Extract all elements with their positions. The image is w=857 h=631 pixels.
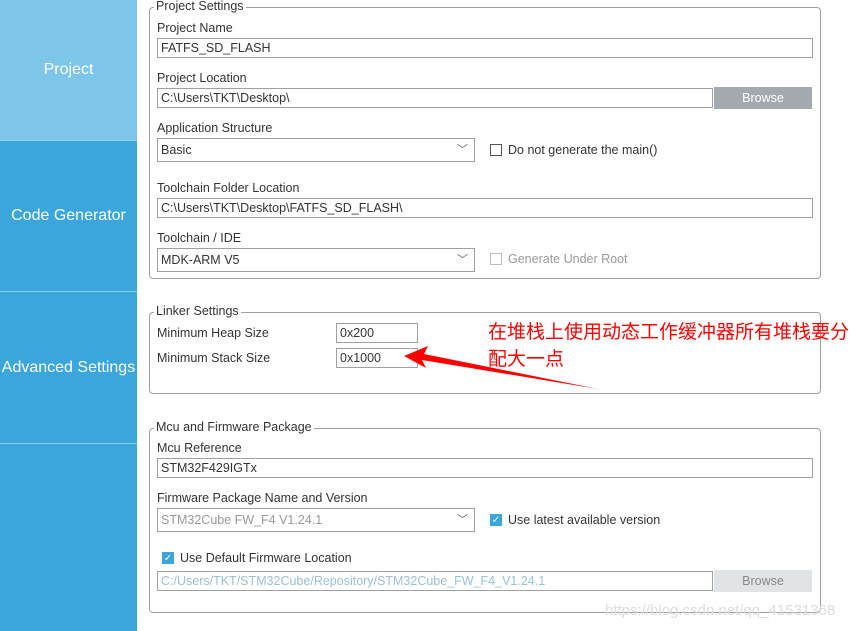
firmware-package-select[interactable]: STM32Cube FW_F4 V1.24.1 ﹀: [157, 508, 475, 532]
firmware-package-label: Firmware Package Name and Version: [157, 491, 368, 505]
mcu-reference-input[interactable]: STM32F429IGTx: [157, 458, 813, 478]
mcu-reference-label: Mcu Reference: [157, 441, 242, 455]
group-legend: Mcu and Firmware Package: [154, 420, 314, 434]
select-value: STM32Cube FW_F4 V1.24.1: [161, 513, 323, 527]
checkmark-icon: ✓: [490, 514, 502, 526]
checkmark-icon: ✓: [162, 552, 174, 564]
checkbox-label: Use Default Firmware Location: [180, 551, 352, 565]
default-location-checkbox[interactable]: ✓ Use Default Firmware Location: [162, 551, 352, 565]
firmware-browse-button[interactable]: Browse: [714, 570, 812, 592]
chevron-down-icon: ﹀: [457, 514, 468, 526]
checkbox-label: Use latest available version: [508, 513, 661, 527]
annotation-text: 在堆栈上使用动态工作缓冲器所有堆栈要分配大一点: [488, 322, 850, 370]
firmware-location-input[interactable]: C:/Users/TKT/STM32Cube/Repository/STM32C…: [157, 571, 713, 591]
use-latest-checkbox[interactable]: ✓ Use latest available version: [490, 513, 660, 527]
watermark: https://blog.csdn.net/qq_41531368: [605, 602, 836, 619]
